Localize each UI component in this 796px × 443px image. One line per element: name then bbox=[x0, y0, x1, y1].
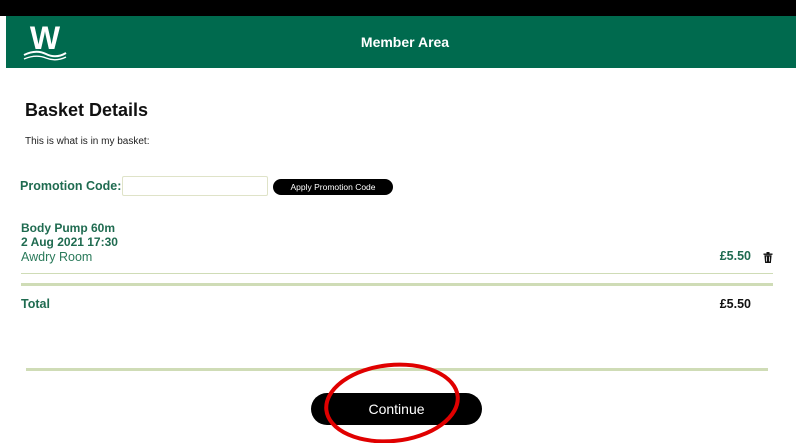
item-room: Awdry Room bbox=[21, 250, 93, 264]
divider bbox=[21, 273, 773, 274]
item-price: £5.50 bbox=[719, 249, 751, 263]
top-black-bar bbox=[0, 0, 796, 16]
item-date: 2 Aug 2021 17:30 bbox=[21, 235, 118, 249]
divider-thick bbox=[21, 283, 773, 286]
header-title: Member Area bbox=[360, 34, 450, 50]
basket-intro-text: This is what is in my basket: bbox=[25, 136, 150, 147]
total-value: £5.50 bbox=[719, 297, 751, 311]
page-title: Basket Details bbox=[25, 100, 149, 120]
site-header: W Member Area bbox=[6, 16, 796, 68]
apply-promotion-button[interactable]: Apply Promotion Code bbox=[273, 179, 393, 195]
basket-content: Basket Details This is what is in my bas… bbox=[0, 68, 796, 443]
trash-icon[interactable] bbox=[763, 252, 773, 263]
promotion-code-label: Promotion Code: bbox=[20, 179, 122, 193]
promotion-code-input[interactable] bbox=[122, 176, 268, 196]
divider-bottom bbox=[26, 368, 768, 371]
total-label: Total bbox=[21, 297, 50, 311]
continue-button[interactable]: Continue bbox=[311, 393, 482, 425]
item-name: Body Pump 60m bbox=[21, 221, 116, 235]
